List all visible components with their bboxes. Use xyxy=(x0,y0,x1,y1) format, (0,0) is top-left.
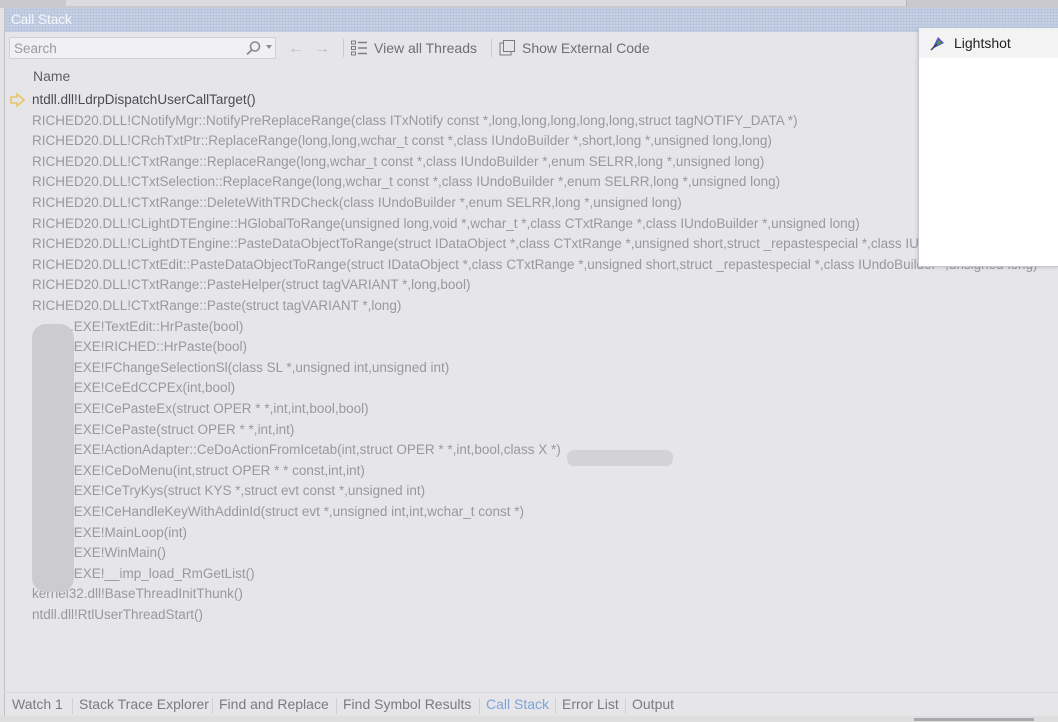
bottom-tab-find-and-replace[interactable]: Find and Replace xyxy=(219,696,329,712)
lightshot-window[interactable]: Lightshot xyxy=(918,28,1058,267)
horizontal-scrollbar[interactable] xyxy=(914,718,1034,721)
stack-frame-row[interactable]: .EXE!CeDoMenu(int,struct OPER * * const,… xyxy=(5,461,1058,482)
search-icon[interactable] xyxy=(245,40,263,56)
back-arrow-icon[interactable]: ← xyxy=(288,40,304,58)
stack-frame-row[interactable]: .EXE!TextEdit::HrPaste(bool) xyxy=(5,317,1058,338)
search-input[interactable] xyxy=(14,39,234,57)
bottom-tab-bar: Watch 1 Stack Trace Explorer Find and Repl… xyxy=(4,692,1058,717)
call-stack-toolbar: ← → View all Threads Show External Code xyxy=(5,36,1058,62)
stack-frame-text: .EXE!CePaste(struct OPER * *,int,int) xyxy=(70,421,295,437)
stack-frame-text: .EXE!CeEdCCPEx(int,bool) xyxy=(70,380,236,396)
bottom-tab-watch-1[interactable]: Watch 1 xyxy=(12,696,63,712)
stack-frame-row[interactable]: RICHED20.DLL!CNotifyMgr::NotifyPreReplac… xyxy=(5,111,1058,132)
stack-frame-text: .EXE!TextEdit::HrPaste(bool) xyxy=(70,318,244,334)
dropdown-icon[interactable] xyxy=(266,45,272,49)
bottom-tab-output[interactable]: Output xyxy=(632,696,674,712)
top-tab-segment[interactable] xyxy=(434,0,527,6)
stack-frame-row[interactable]: RICHED20.DLL!CRchTxtPtr::ReplaceRange(lo… xyxy=(5,131,1058,152)
stack-frame-text: RICHED20.DLL!CTxtEdit::PasteDataObjectTo… xyxy=(32,256,1038,272)
stack-frame-row[interactable]: .EXE!CePasteEx(struct OPER * *,int,int,b… xyxy=(5,399,1058,420)
stack-frame-row[interactable]: RICHED20.DLL!CTxtRange::DeleteWithTRDChe… xyxy=(5,193,1058,214)
stack-frame-text: ntdll.dll!RtlUserThreadStart() xyxy=(32,607,204,622)
tab-separator xyxy=(479,698,480,714)
search-box[interactable] xyxy=(9,37,276,59)
lightshot-title: Lightshot xyxy=(954,35,1011,51)
tab-separator xyxy=(555,698,556,714)
toolbar-separator xyxy=(491,39,492,57)
stack-frame-text: RICHED20.DLL!CTxtRange::DeleteWithTRDChe… xyxy=(32,195,682,210)
stack-frame-text: .EXE!CeDoMenu(int,struct OPER * * const,… xyxy=(70,462,365,478)
stack-frame-row[interactable]: .EXE!WinMain() xyxy=(5,543,1058,564)
column-header-name[interactable]: Name xyxy=(33,68,70,84)
stack-frame-text: .EXE!CePasteEx(struct OPER * *,int,int,b… xyxy=(70,401,369,416)
stack-frame-row[interactable]: RICHED20.DLL!CTxtRange::Paste(struct tag… xyxy=(5,296,1058,317)
stack-frame-text: RICHED20.DLL!CTxtRange::ReplaceRange(lon… xyxy=(32,153,765,169)
show-external-code-label: Show External Code xyxy=(522,40,650,56)
bottom-tab-error-list[interactable]: Error List xyxy=(562,696,619,712)
stack-frame-row[interactable]: RICHED20.DLL!CLightDTEngine::HGlobalToRa… xyxy=(5,214,1058,235)
top-tab-segment[interactable] xyxy=(166,0,435,6)
stack-frame-text: .EXE!MainLoop(int) xyxy=(70,524,188,540)
stack-frame-row[interactable]: .EXE!__imp_load_RmGetList() xyxy=(5,564,1058,585)
tab-separator xyxy=(625,698,626,714)
redacted-module-names xyxy=(32,324,74,592)
stack-frame-row[interactable]: RICHED20.DLL!CTxtRange::PasteHelper(stru… xyxy=(5,275,1058,296)
panel-title-bar[interactable]: Call Stack xyxy=(5,8,1058,32)
current-frame-arrow-icon xyxy=(10,93,25,107)
stack-frame-row[interactable]: .EXE!FChangeSelectionSl(class SL *,unsig… xyxy=(5,358,1058,379)
stack-frame-text: RICHED20.DLL!CLightDTEngine::PasteDataOb… xyxy=(32,236,1058,252)
stack-frame-text: .EXE!RICHED::HrPaste(bool) xyxy=(70,339,248,355)
stack-frame-row[interactable]: RICHED20.DLL!CLightDTEngine::PasteDataOb… xyxy=(5,234,1058,255)
bottom-tab-stack-trace-explorer[interactable]: Stack Trace Explorer xyxy=(79,696,209,712)
stack-frame-row[interactable]: .EXE!CeEdCCPEx(int,bool) xyxy=(5,378,1058,399)
stack-frame-text: RICHED20.DLL!CNotifyMgr::NotifyPreReplac… xyxy=(32,112,798,128)
stack-frame-row[interactable]: .EXE!RICHED::HrPaste(bool) xyxy=(5,337,1058,358)
panel-title: Call Stack xyxy=(11,12,72,27)
stack-frame-row[interactable]: kernel32.dll!BaseThreadInitThunk() xyxy=(5,584,1058,605)
lightshot-feather-icon xyxy=(930,37,944,51)
tab-separator xyxy=(336,698,337,714)
stack-frame-row[interactable]: .EXE!CeTryKys(struct KYS *,struct evt co… xyxy=(5,481,1058,502)
show-external-code-button[interactable]: Show External Code xyxy=(499,38,650,58)
stack-frame-row[interactable]: RICHED20.DLL!CTxtSelection::ReplaceRange… xyxy=(5,172,1058,193)
call-stack-panel: Call Stack ← → View all Threads xyxy=(4,8,1058,722)
view-all-threads-label: View all Threads xyxy=(374,40,477,56)
stack-frame-text: .EXE!FChangeSelectionSl(class SL *,unsig… xyxy=(70,359,450,375)
stack-frame-row[interactable]: .EXE!ActionAdapter::CeDoActionFromIcetab… xyxy=(5,440,1058,461)
bottom-border xyxy=(0,716,1058,722)
stack-frame-row[interactable]: .EXE!CePaste(struct OPER * *,int,int) xyxy=(5,420,1058,441)
stack-frame-row[interactable]: .EXE!MainLoop(int) xyxy=(5,523,1058,544)
external-code-icon xyxy=(499,40,515,56)
top-tab-segment[interactable] xyxy=(66,0,167,6)
stack-frame-text: RICHED20.DLL!CTxtSelection::ReplaceRange… xyxy=(32,174,781,190)
bottom-tab-call-stack[interactable]: Call Stack xyxy=(486,696,549,712)
stack-frame-text: RICHED20.DLL!CTxtRange::PasteHelper(stru… xyxy=(32,277,471,293)
tab-separator xyxy=(212,698,213,714)
threads-icon xyxy=(351,40,367,56)
stack-frame-text: .EXE!ActionAdapter::CeDoActionFromIcetab… xyxy=(70,442,561,458)
stack-frame-text: RICHED20.DLL!CRchTxtPtr::ReplaceRange(lo… xyxy=(32,133,772,149)
stack-frame-text: RICHED20.DLL!CLightDTEngine::HGlobalToRa… xyxy=(32,215,860,231)
top-tab-strip xyxy=(0,0,1058,8)
stack-frame-row[interactable]: ntdll.dll!LdrpDispatchUserCallTarget() xyxy=(5,90,1058,111)
stack-frame-row[interactable]: RICHED20.DLL!CTxtEdit::PasteDataObjectTo… xyxy=(5,255,1058,276)
stack-frame-row[interactable]: RICHED20.DLL!CTxtRange::ReplaceRange(lon… xyxy=(5,152,1058,173)
tab-separator xyxy=(72,698,73,714)
forward-arrow-icon[interactable]: → xyxy=(314,40,330,58)
stack-frame-text: .EXE!WinMain() xyxy=(70,545,167,561)
stack-frame-text: .EXE!CeHandleKeyWithAddinId(struct evt *… xyxy=(70,504,524,519)
toolbar-separator xyxy=(343,39,344,57)
view-all-threads-button[interactable]: View all Threads xyxy=(351,38,477,58)
stack-frame-row[interactable]: ntdll.dll!RtlUserThreadStart() xyxy=(5,605,1058,626)
stack-frame-text: .EXE!__imp_load_RmGetList() xyxy=(70,565,255,581)
stack-frame-text: ntdll.dll!LdrpDispatchUserCallTarget() xyxy=(32,92,256,107)
stack-frame-row[interactable]: .EXE!CeHandleKeyWithAddinId(struct evt *… xyxy=(5,502,1058,523)
bottom-tab-find-symbol-results[interactable]: Find Symbol Results xyxy=(343,696,471,712)
lightshot-title-bar[interactable]: Lightshot xyxy=(919,28,1058,58)
stack-frame-text: RICHED20.DLL!CTxtRange::Paste(struct tag… xyxy=(32,298,402,313)
top-tab-segment[interactable] xyxy=(526,0,907,6)
stack-frame-text: .EXE!CeTryKys(struct KYS *,struct evt co… xyxy=(70,483,426,499)
redacted-class-name xyxy=(567,450,673,466)
